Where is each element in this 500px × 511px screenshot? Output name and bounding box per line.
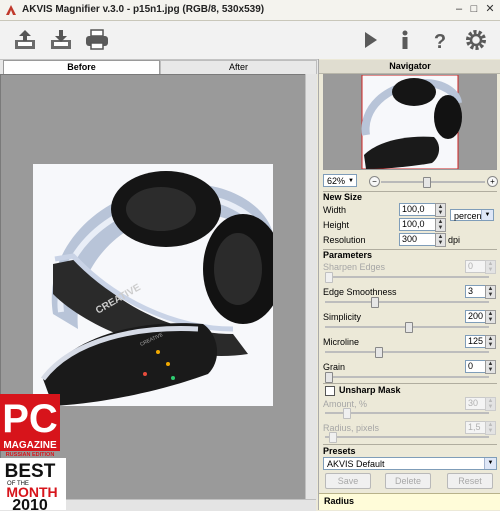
svg-text:RUSSIAN EDITION: RUSSIAN EDITION bbox=[6, 452, 55, 458]
minimize-icon[interactable]: – bbox=[452, 3, 466, 16]
amount-spinner[interactable]: ▲ ▼ bbox=[485, 397, 496, 411]
simplicity-label: Simplicity bbox=[323, 312, 362, 322]
width-spinner[interactable]: ▲ ▼ bbox=[435, 203, 446, 217]
height-spinner[interactable]: ▲ ▼ bbox=[435, 218, 446, 232]
chevron-down-icon: ▼ bbox=[481, 210, 493, 220]
unit-select[interactable]: percent ▼ bbox=[450, 209, 494, 221]
akvis-app-icon bbox=[6, 5, 16, 15]
toolbar: ? bbox=[0, 21, 500, 60]
grain-label: Grain bbox=[323, 362, 346, 372]
simplicity-spinner[interactable]: ▲ ▼ bbox=[485, 310, 496, 324]
radius-pixels-slider[interactable] bbox=[325, 436, 489, 438]
chevron-down-icon: ▼ bbox=[484, 458, 496, 469]
zoom-slider-thumb[interactable] bbox=[423, 177, 431, 188]
parameters-title: Parameters bbox=[323, 250, 373, 260]
grain-slider[interactable] bbox=[325, 376, 489, 378]
close-icon[interactable]: ✕ bbox=[483, 3, 497, 16]
settings-gear-icon[interactable] bbox=[463, 28, 489, 52]
zoom-row: 62% ▼ − + bbox=[323, 173, 498, 189]
pc-magazine-badge-logo: PC MAGAZINE RUSSIAN EDITION BEST OF THE … bbox=[0, 394, 66, 510]
svg-text:?: ? bbox=[434, 31, 446, 52]
edge-smoothness-spinner[interactable]: ▲ ▼ bbox=[485, 285, 496, 299]
save-file-icon[interactable] bbox=[48, 28, 74, 52]
width-field[interactable]: 100,0 bbox=[399, 203, 439, 216]
height-label: Height bbox=[323, 220, 350, 230]
maximize-icon[interactable]: □ bbox=[467, 3, 481, 16]
height-field[interactable]: 100,0 bbox=[399, 218, 439, 231]
zoom-select[interactable]: 62% ▼ bbox=[323, 174, 357, 187]
simplicity-thumb[interactable] bbox=[405, 322, 413, 333]
zoom-value: 62% bbox=[327, 176, 346, 186]
zoom-slider[interactable] bbox=[381, 181, 485, 183]
sharpen-edges-slider[interactable] bbox=[325, 276, 489, 278]
print-icon[interactable] bbox=[84, 28, 110, 52]
resolution-unit: dpi bbox=[448, 235, 461, 245]
view-tabs: Before After bbox=[0, 60, 318, 75]
edge-smoothness-slider[interactable] bbox=[325, 301, 489, 303]
vertical-scrollbar[interactable] bbox=[305, 74, 317, 500]
tab-after[interactable]: After bbox=[160, 60, 317, 75]
presets-title: Presets bbox=[323, 446, 356, 456]
edge-smoothness-thumb[interactable] bbox=[371, 297, 379, 308]
sharpen-edges-thumb[interactable] bbox=[325, 272, 333, 283]
amount-thumb[interactable] bbox=[343, 408, 351, 419]
unsharp-mask-checkbox[interactable] bbox=[325, 386, 335, 396]
help-icon[interactable]: ? bbox=[427, 28, 453, 52]
resolution-field[interactable]: 300 bbox=[399, 233, 439, 246]
info-icon[interactable] bbox=[392, 28, 418, 52]
grain-spinner[interactable]: ▲ ▼ bbox=[485, 360, 496, 374]
title-bar: AKVIS Magnifier v.3.0 - p15n1.jpg (RGB/8… bbox=[0, 0, 500, 21]
zoom-in-button[interactable]: + bbox=[487, 176, 498, 187]
radius-pixels-spinner[interactable]: ▲ ▼ bbox=[485, 421, 496, 435]
chevron-down-icon: ▼ bbox=[348, 178, 354, 184]
sharpen-edges-spinner[interactable]: ▲ ▼ bbox=[485, 260, 496, 274]
svg-text:PC: PC bbox=[2, 397, 58, 441]
settings-panel: Navigator 62% ▼ − + New Size Width 100,0… bbox=[318, 59, 500, 510]
unsharp-mask-title: Unsharp Mask bbox=[339, 385, 401, 395]
reset-preset-button[interactable]: Reset bbox=[447, 473, 493, 489]
svg-text:BEST: BEST bbox=[5, 461, 56, 482]
radius-pixels-thumb[interactable] bbox=[329, 432, 337, 443]
edge-smoothness-label: Edge Smoothness bbox=[323, 287, 397, 297]
microline-thumb[interactable] bbox=[375, 347, 383, 358]
hint-panel: Radius bbox=[319, 493, 500, 510]
presets-selected: AKVIS Default bbox=[327, 459, 385, 469]
photo-headphones: CREATIVE CREATIVE bbox=[33, 164, 273, 406]
resolution-label: Resolution bbox=[323, 235, 366, 245]
presets-select[interactable]: AKVIS Default ▼ bbox=[323, 457, 497, 470]
new-size-title: New Size bbox=[323, 192, 363, 202]
svg-text:2010: 2010 bbox=[12, 497, 48, 510]
delete-preset-button[interactable]: Delete bbox=[385, 473, 431, 489]
grain-thumb[interactable] bbox=[325, 372, 333, 383]
unit-value: percent bbox=[454, 211, 485, 221]
resolution-spinner[interactable]: ▲ ▼ bbox=[435, 233, 446, 247]
navigator-title: Navigator bbox=[319, 60, 500, 74]
width-label: Width bbox=[323, 205, 347, 215]
sharpen-edges-label: Sharpen Edges bbox=[323, 262, 386, 272]
run-icon[interactable] bbox=[357, 28, 383, 52]
navigator-preview[interactable] bbox=[323, 74, 497, 170]
tab-before[interactable]: Before bbox=[3, 60, 160, 74]
zoom-out-button[interactable]: − bbox=[369, 176, 380, 187]
open-file-icon[interactable] bbox=[12, 28, 38, 52]
microline-slider[interactable] bbox=[325, 351, 489, 353]
save-preset-button[interactable]: Save bbox=[325, 473, 371, 489]
microline-label: Microline bbox=[323, 337, 360, 347]
svg-text:MAGAZINE: MAGAZINE bbox=[3, 440, 57, 451]
window-title: AKVIS Magnifier v.3.0 - p15n1.jpg (RGB/8… bbox=[22, 4, 265, 15]
microline-spinner[interactable]: ▲ ▼ bbox=[485, 335, 496, 349]
